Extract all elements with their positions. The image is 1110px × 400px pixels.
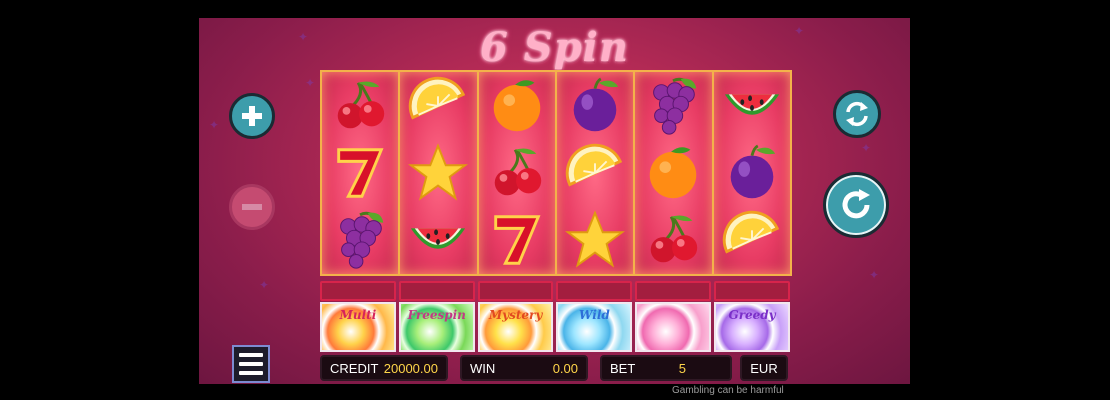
plum-icon [573, 77, 619, 131]
reel-5 [633, 70, 714, 276]
bet-decrease-button[interactable] [229, 184, 275, 230]
reel-cell [400, 139, 476, 206]
plum-icon [730, 144, 776, 199]
credit-display: CREDIT 20000.00 [320, 355, 448, 381]
feature-meter [714, 281, 790, 301]
feature-meter-row [320, 281, 790, 301]
feature-label: Mystery [488, 308, 543, 322]
seven-icon [337, 148, 384, 198]
reel-grid [320, 70, 792, 276]
reel-cell [635, 139, 711, 206]
reel-cell [557, 139, 633, 206]
credit-value: 20000.00 [383, 360, 438, 376]
sparkle-decoration: ✦ [861, 141, 872, 155]
orange-icon [493, 79, 541, 131]
feature-wild: Wild [556, 302, 633, 352]
reel-6 [711, 70, 792, 276]
reel-cell [714, 72, 790, 139]
reel-cell [400, 72, 476, 139]
hamburger-icon [239, 353, 263, 357]
win-label: WIN [470, 360, 496, 376]
hamburger-icon [239, 371, 263, 375]
feature-label: Wild [579, 308, 610, 322]
currency-label: EUR [750, 360, 778, 376]
hamburger-icon [239, 362, 263, 366]
reel-cell [714, 207, 790, 274]
reel-3 [476, 70, 557, 276]
lemon-icon [409, 76, 466, 120]
seven-icon [494, 215, 541, 266]
bet-increase-button[interactable] [229, 93, 275, 139]
star-icon [408, 143, 469, 201]
bet-label: BET [610, 360, 636, 376]
bet-display: BET 5 [600, 355, 732, 381]
reel-cell [322, 72, 398, 139]
sparkle-decoration: ✦ [869, 268, 880, 282]
reel-cell [635, 72, 711, 139]
feature-meter [635, 281, 712, 301]
feature-greedy: Greedy [714, 302, 790, 352]
grapes-icon [340, 212, 384, 269]
spin-icon [842, 189, 870, 219]
feature-meter [320, 281, 396, 301]
feature-meter [477, 281, 554, 301]
reel-2 [398, 70, 479, 276]
responsible-gambling-note: Gambling can be harmful [672, 385, 784, 396]
reel-cell [322, 207, 398, 274]
autoplay-button[interactable] [833, 90, 881, 138]
plus-icon [242, 106, 262, 126]
sparkle-decoration: ✦ [209, 118, 220, 132]
feature-meter [398, 281, 475, 301]
feature-label: Greedy [728, 308, 776, 322]
game-stage: ✦ ✦ ✦ ✦ ✦ ✦ ✦ 6 Spin Multi Freespin Myst… [199, 18, 910, 384]
reel-cell [322, 139, 398, 206]
reel-cell [479, 72, 555, 139]
reel-cell [557, 207, 633, 274]
sparkle-decoration: ✦ [259, 278, 270, 292]
grapes-icon [653, 77, 697, 135]
menu-button[interactable] [232, 345, 270, 383]
reel-cell [635, 207, 711, 274]
lemon-icon [565, 143, 623, 187]
watermelon-icon [724, 94, 779, 115]
game-logo: 6 Spin [480, 24, 629, 71]
reel-cell [557, 72, 633, 139]
bet-value: 5 [678, 360, 686, 376]
feature-label: Freespin [407, 308, 466, 322]
win-value: 0.00 [552, 360, 578, 376]
reel-cell [479, 207, 555, 274]
cherry-icon [494, 148, 542, 196]
orange-icon [650, 147, 697, 199]
reel-cell [714, 139, 790, 206]
feature-meter [556, 281, 633, 301]
feature-mystery: Mystery [477, 302, 554, 352]
sparkle-decoration: ✦ [305, 76, 316, 90]
feature-multi: Multi [320, 302, 396, 352]
reel-cell [479, 139, 555, 206]
reel-1 [320, 70, 401, 276]
credit-label: CREDIT [330, 360, 379, 376]
currency-button[interactable]: EUR [740, 355, 788, 381]
autoplay-icon [846, 101, 868, 127]
win-display: WIN 0.00 [460, 355, 588, 381]
reel-4 [554, 70, 636, 276]
star-icon [565, 210, 626, 268]
cherry-icon [337, 81, 385, 128]
feature-row: Multi Freespin Mystery Wild Greedy [320, 302, 790, 352]
watermelon-icon [411, 228, 466, 250]
feature-unlabeled [635, 302, 712, 352]
reel-cell [400, 207, 476, 274]
lemon-icon [722, 211, 779, 254]
minus-icon [242, 204, 262, 210]
feature-label: Multi [339, 308, 377, 322]
feature-freespin: Freespin [398, 302, 475, 352]
spin-button[interactable] [823, 172, 889, 238]
cherry-icon [651, 215, 698, 263]
